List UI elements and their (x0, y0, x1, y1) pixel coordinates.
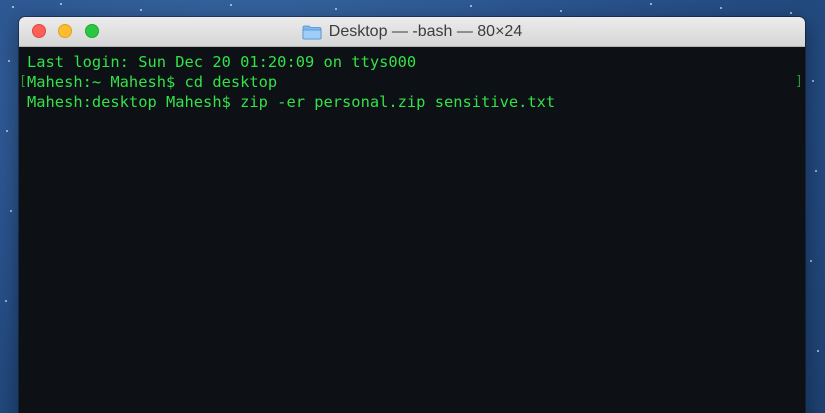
window-title-group: Desktop — -bash — 80×24 (19, 17, 805, 47)
star (560, 10, 562, 12)
star (790, 12, 792, 14)
terminal-content[interactable]: [ ] Last login: Sun Dec 20 01:20:09 on t… (19, 47, 805, 413)
star (650, 3, 652, 5)
star (6, 130, 8, 132)
selection-mark-open: [ (19, 74, 27, 89)
terminal-window[interactable]: Desktop — -bash — 80×24 [ ] Last login: … (19, 17, 805, 413)
star (335, 8, 337, 10)
folder-icon (302, 24, 322, 40)
star (812, 80, 814, 82)
selection-mark-close: ] (795, 74, 803, 89)
star (815, 170, 817, 172)
terminal-line-zip-command: Mahesh:desktop Mahesh$ zip -er personal.… (27, 93, 556, 111)
terminal-line-login: Last login: Sun Dec 20 01:20:09 on ttys0… (27, 53, 417, 71)
star (60, 3, 62, 5)
star (817, 350, 819, 352)
star (230, 4, 232, 6)
star (5, 300, 7, 302)
terminal-line-cd: Mahesh:~ Mahesh$ cd desktop (27, 73, 278, 91)
star (12, 6, 14, 8)
star (10, 210, 12, 212)
star (720, 7, 722, 9)
star (8, 60, 10, 62)
star (140, 9, 142, 11)
star (470, 5, 472, 7)
star (810, 260, 812, 262)
window-title: Desktop — -bash — 80×24 (328, 23, 523, 40)
title-bar[interactable]: Desktop — -bash — 80×24 (19, 17, 805, 47)
